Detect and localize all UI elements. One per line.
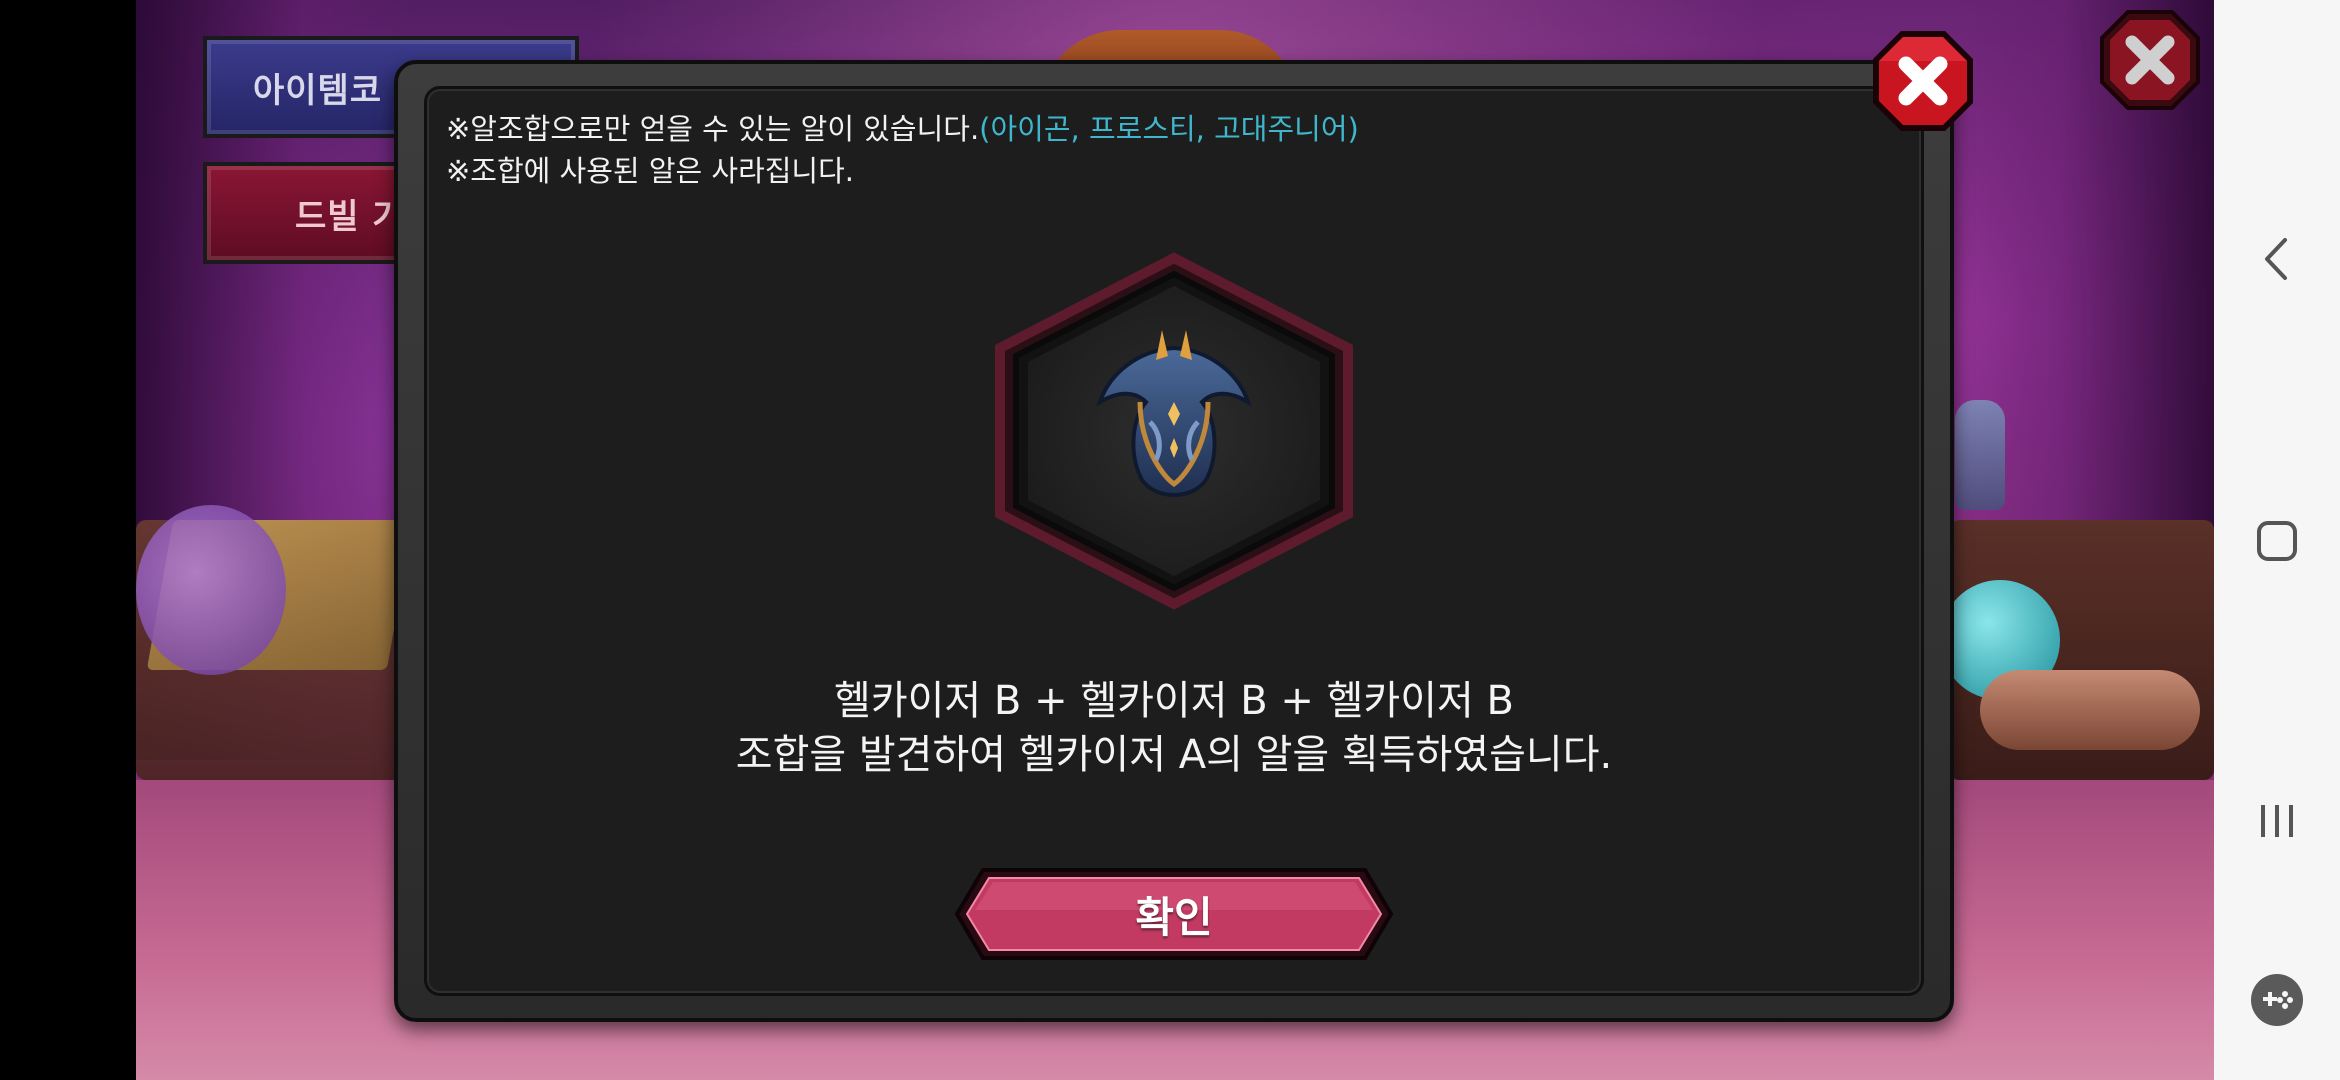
home-icon [2257, 521, 2297, 561]
back-icon [2265, 238, 2287, 280]
system-navigation-bar [2214, 0, 2340, 1080]
nav-game-tools-button[interactable] [2214, 955, 2340, 1045]
close-icon [1873, 31, 1973, 131]
nav-home-button[interactable] [2214, 496, 2340, 586]
egg-slot [990, 252, 1358, 610]
notice-highlight: (아이곤, 프로스티, 고대주니어) [979, 112, 1359, 146]
letterbox-left [0, 0, 136, 1080]
notice-line-2: ※조합에 사용된 알은 사라집니다. [446, 154, 855, 188]
game-close-button[interactable] [2098, 8, 2202, 112]
recent-apps-icon [2261, 805, 2293, 837]
result-message-line-2: 조합을 발견하여 헬카이저 A의 알을 획득하였습니다. [735, 732, 1613, 778]
nav-back-button[interactable] [2214, 214, 2340, 304]
drill-label: 드빌 가 [295, 196, 405, 237]
dialog-close-button[interactable] [1870, 28, 1976, 134]
purple-orb-decoration [136, 505, 286, 675]
game-tools-icon [2251, 974, 2303, 1026]
result-message-line-1: 헬카이저 B + 헬카이저 B + 헬카이저 B [834, 678, 1514, 724]
confirm-label: 확인 [1135, 892, 1213, 942]
confirm-button[interactable]: 확인 [953, 866, 1395, 962]
scroll-decoration [1980, 670, 2200, 750]
close-icon [2100, 10, 2200, 110]
game-screen: 아이템코 드빌 가 ※알조합으로만 얻을 수 있는 알이 있습니다.(아이곤, … [0, 0, 2340, 1080]
notice-line-1: ※알조합으로만 얻을 수 있는 알이 있습니다.(아이곤, 프로스티, 고대주니… [446, 106, 1359, 148]
nav-recent-apps-button[interactable] [2214, 776, 2340, 866]
item-code-label: 아이템코 [253, 70, 383, 111]
vase-decoration [1955, 400, 2005, 510]
notice-text: ※알조합으로만 얻을 수 있는 알이 있습니다. [446, 112, 980, 146]
